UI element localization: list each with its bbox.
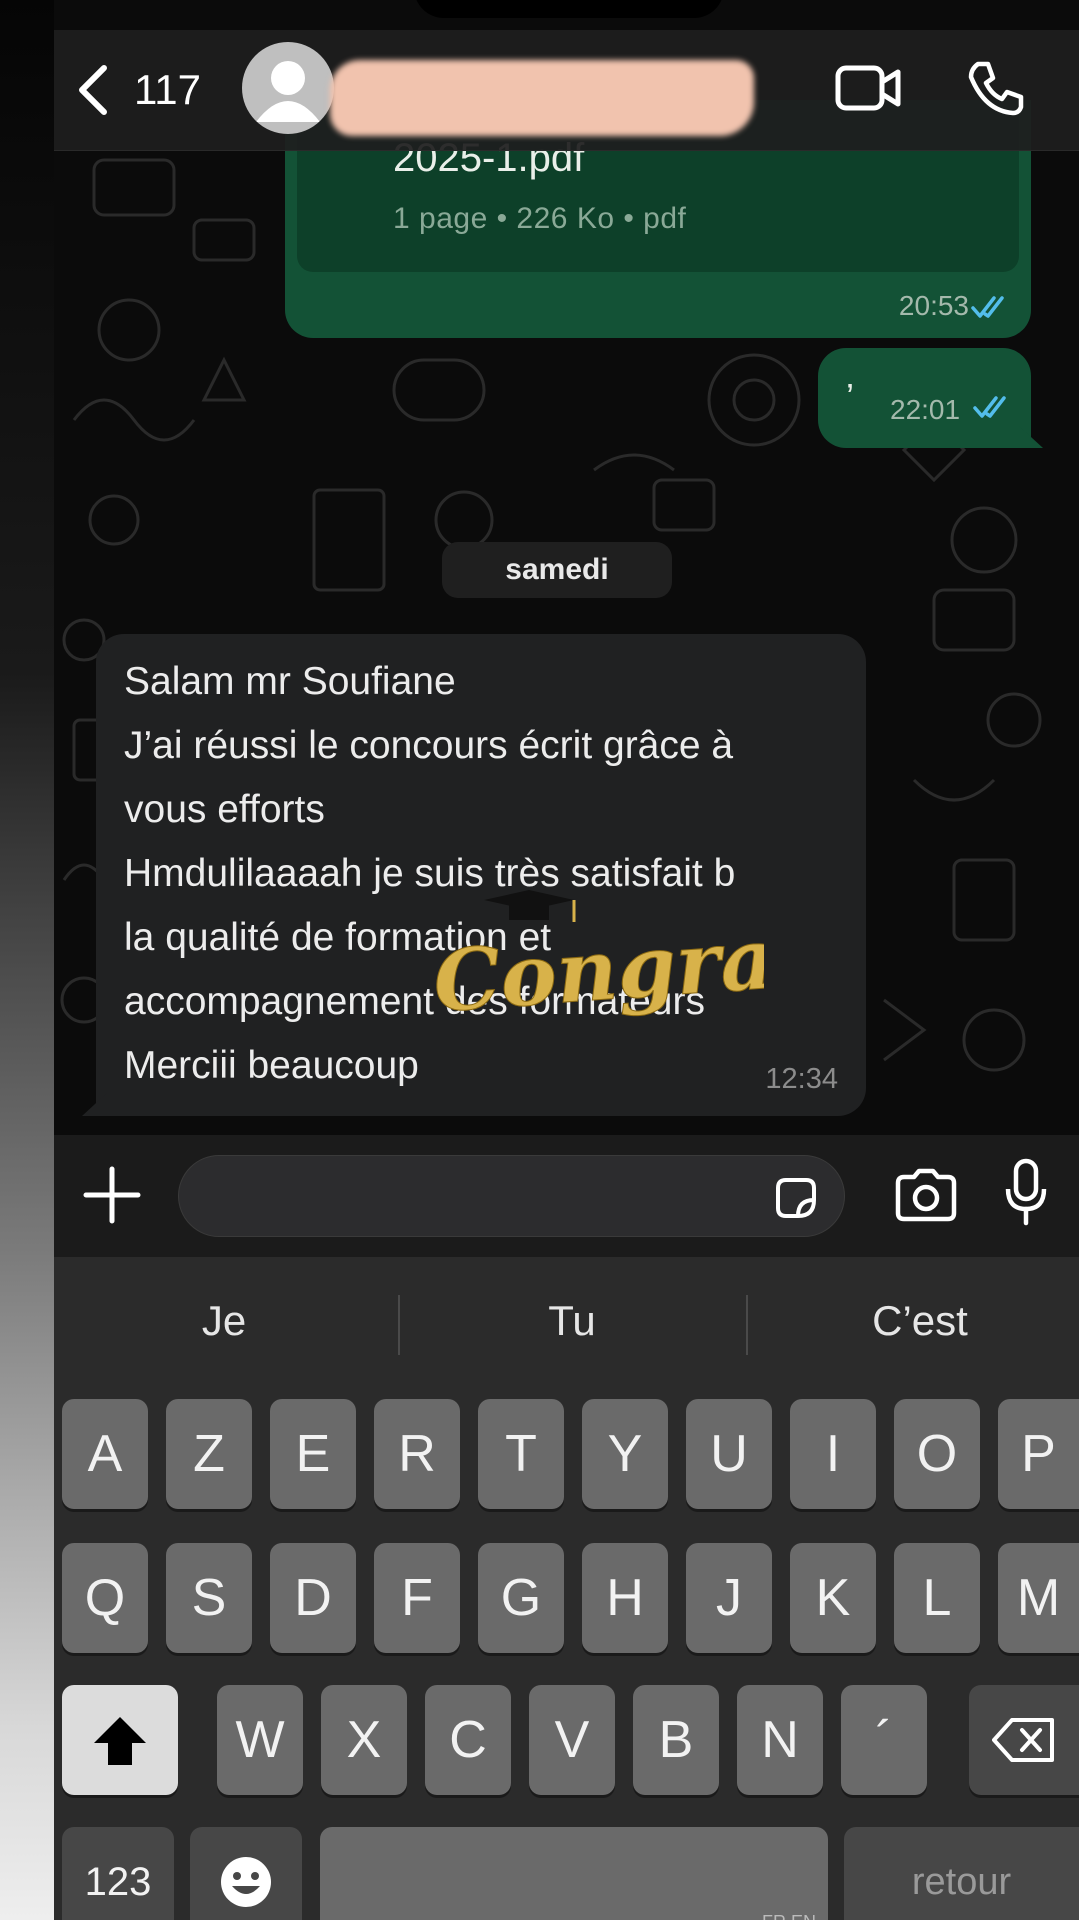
key-x[interactable]: X — [321, 1685, 407, 1795]
key-y[interactable]: Y — [582, 1399, 668, 1509]
key-k[interactable]: K — [790, 1543, 876, 1653]
message-time: 20:53 — [898, 290, 969, 321]
chevron-left-icon[interactable] — [74, 64, 114, 116]
key-s[interactable]: S — [166, 1543, 252, 1653]
key-u[interactable]: U — [686, 1399, 772, 1509]
key-f[interactable]: F — [374, 1543, 460, 1653]
message-input[interactable] — [178, 1155, 845, 1237]
message-line: vous efforts — [124, 788, 325, 831]
key-h[interactable]: H — [582, 1543, 668, 1653]
key-e[interactable]: E — [270, 1399, 356, 1509]
space-key[interactable]: FR EN — [320, 1827, 828, 1920]
date-separator: samedi — [442, 542, 672, 598]
key-n[interactable]: N — [737, 1685, 823, 1795]
message-line: Salam mr Soufiane — [124, 660, 456, 703]
emoji-icon — [221, 1857, 271, 1907]
key-q[interactable]: Q — [62, 1543, 148, 1653]
file-meta: 1 page • 226 Ko • pdf — [393, 202, 687, 235]
key-t[interactable]: T — [478, 1399, 564, 1509]
key-i[interactable]: I — [790, 1399, 876, 1509]
suggestion-divider — [398, 1295, 400, 1355]
message-line: Merciii beaucoup — [124, 1044, 419, 1087]
key-g[interactable]: G — [478, 1543, 564, 1653]
plus-icon[interactable] — [82, 1165, 142, 1225]
language-hint: FR EN — [762, 1867, 816, 1920]
key-p[interactable]: P — [998, 1399, 1079, 1509]
sticker-icon[interactable] — [772, 1174, 820, 1222]
key-d[interactable]: D — [270, 1543, 356, 1653]
backspace-icon — [992, 1718, 1054, 1762]
suggestion-item[interactable]: Je — [54, 1297, 394, 1345]
outgoing-text-message[interactable]: ’ 22:01 — [818, 348, 1043, 448]
avatar[interactable] — [242, 42, 334, 134]
emoji-key[interactable] — [190, 1827, 302, 1920]
shift-key[interactable] — [62, 1685, 178, 1795]
numbers-key[interactable]: 123 — [62, 1827, 174, 1920]
back-unread-count[interactable]: 117 — [134, 66, 201, 114]
shift-icon — [94, 1717, 146, 1765]
suggestion-item[interactable]: C’est — [750, 1297, 1079, 1345]
key-w[interactable]: W — [217, 1685, 303, 1795]
keyboard: Je Tu C’est A Z E R T Y U I O P Q S D F … — [54, 1257, 1079, 1920]
avatar-icon — [256, 61, 320, 122]
message-line: J’ai réussi le concours écrit grâce à — [124, 724, 734, 767]
backspace-key[interactable] — [969, 1685, 1079, 1795]
key-r[interactable]: R — [374, 1399, 460, 1509]
key-c[interactable]: C — [425, 1685, 511, 1795]
suggestion-divider — [746, 1295, 748, 1355]
read-ticks-icon — [971, 296, 1004, 318]
contact-name-redacted[interactable] — [330, 60, 754, 136]
message-time: 22:01 — [890, 394, 961, 425]
phone-icon[interactable] — [964, 58, 1024, 118]
video-call-icon[interactable] — [834, 60, 904, 116]
key-o[interactable]: O — [894, 1399, 980, 1509]
key-j[interactable]: J — [686, 1543, 772, 1653]
return-key[interactable]: retour — [844, 1827, 1079, 1920]
message-input-bar — [54, 1135, 1079, 1257]
key-l[interactable]: L — [894, 1543, 980, 1653]
message-time: 12:34 — [765, 1063, 838, 1095]
camera-icon[interactable] — [894, 1167, 958, 1223]
suggestion-item[interactable]: Tu — [402, 1297, 742, 1345]
congrats-sticker: Congrats! — [430, 890, 764, 1032]
key-m[interactable]: M — [998, 1543, 1079, 1653]
chat-header: 117 — [54, 30, 1079, 151]
read-ticks-icon — [973, 396, 1006, 418]
key-acute[interactable]: ´ — [841, 1685, 927, 1795]
microphone-icon[interactable] — [1002, 1157, 1050, 1227]
whatsapp-screen: 2025-1.pdf 1 page • 226 Ko • pdf 20:53 ’… — [54, 0, 1079, 1920]
key-v[interactable]: V — [529, 1685, 615, 1795]
key-b[interactable]: B — [633, 1685, 719, 1795]
device-notch — [414, 0, 724, 18]
key-a[interactable]: A — [62, 1399, 148, 1509]
congrats-sticker-text: Congrats! — [430, 900, 764, 1031]
key-z[interactable]: Z — [166, 1399, 252, 1509]
suggestion-bar: Je Tu C’est — [54, 1257, 1079, 1397]
left-edge-strip — [0, 0, 54, 1920]
message-text: ’ — [846, 376, 854, 417]
